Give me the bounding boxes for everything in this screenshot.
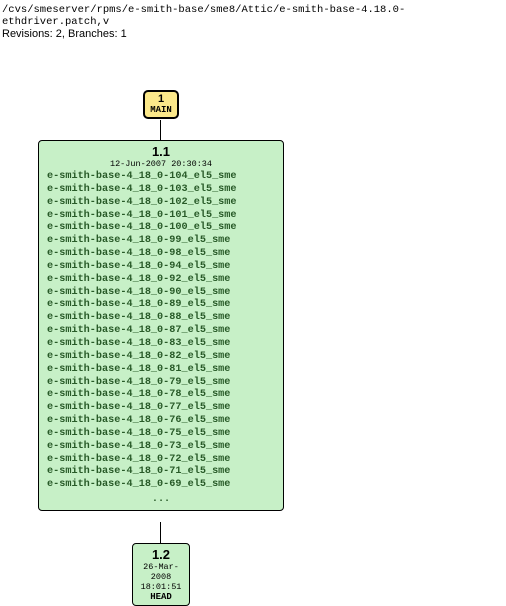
tag-item: e-smith-base-4_18_0-79_el5_sme [47,377,275,390]
revision-node-1-1[interactable]: 1.1 12-Jun-2007 20:30:34 e-smith-base-4_… [38,140,284,511]
tag-item: e-smith-base-4_18_0-89_el5_sme [47,299,275,312]
head-label: HEAD [139,592,183,602]
tag-item: e-smith-base-4_18_0-98_el5_sme [47,248,275,261]
tag-item: e-smith-base-4_18_0-88_el5_sme [47,312,275,325]
tag-item: e-smith-base-4_18_0-100_el5_sme [47,222,275,235]
tag-item: e-smith-base-4_18_0-83_el5_sme [47,338,275,351]
tag-item: e-smith-base-4_18_0-72_el5_sme [47,454,275,467]
tag-item: e-smith-base-4_18_0-75_el5_sme [47,428,275,441]
tag-item: e-smith-base-4_18_0-78_el5_sme [47,389,275,402]
tag-item: e-smith-base-4_18_0-104_el5_sme [47,171,275,184]
tag-item: e-smith-base-4_18_0-71_el5_sme [47,466,275,479]
branch-node-label: MAIN [145,105,177,115]
tag-item: e-smith-base-4_18_0-69_el5_sme [47,479,275,492]
tag-list: e-smith-base-4_18_0-104_el5_smee-smith-b… [47,171,275,492]
branch-node-main[interactable]: 1 MAIN [143,90,179,119]
revision-date: 26-Mar-2008 18:01:51 [139,562,183,592]
header-path: /cvs/smeserver/rpms/e-smith-base/sme8/At… [0,0,506,28]
tag-item: e-smith-base-4_18_0-87_el5_sme [47,325,275,338]
branch-node-num: 1 [145,93,177,105]
revision-node-1-2[interactable]: 1.2 26-Mar-2008 18:01:51 HEAD [132,543,190,606]
connector-line [160,120,161,140]
revision-title: 1.1 [47,144,275,159]
revision-date: 12-Jun-2007 20:30:34 [47,159,275,169]
tag-ellipsis: ... [47,494,275,507]
tag-item: e-smith-base-4_18_0-82_el5_sme [47,351,275,364]
tag-item: e-smith-base-4_18_0-99_el5_sme [47,235,275,248]
tag-item: e-smith-base-4_18_0-101_el5_sme [47,210,275,223]
tag-item: e-smith-base-4_18_0-102_el5_sme [47,197,275,210]
tag-item: e-smith-base-4_18_0-81_el5_sme [47,364,275,377]
tag-item: e-smith-base-4_18_0-77_el5_sme [47,402,275,415]
tag-item: e-smith-base-4_18_0-94_el5_sme [47,261,275,274]
tag-item: e-smith-base-4_18_0-90_el5_sme [47,287,275,300]
tag-item: e-smith-base-4_18_0-76_el5_sme [47,415,275,428]
tag-item: e-smith-base-4_18_0-103_el5_sme [47,184,275,197]
revision-title: 1.2 [139,547,183,562]
connector-line [160,522,161,543]
header-meta: Revisions: 2, Branches: 1 [0,28,506,46]
tag-item: e-smith-base-4_18_0-92_el5_sme [47,274,275,287]
tag-item: e-smith-base-4_18_0-73_el5_sme [47,441,275,454]
